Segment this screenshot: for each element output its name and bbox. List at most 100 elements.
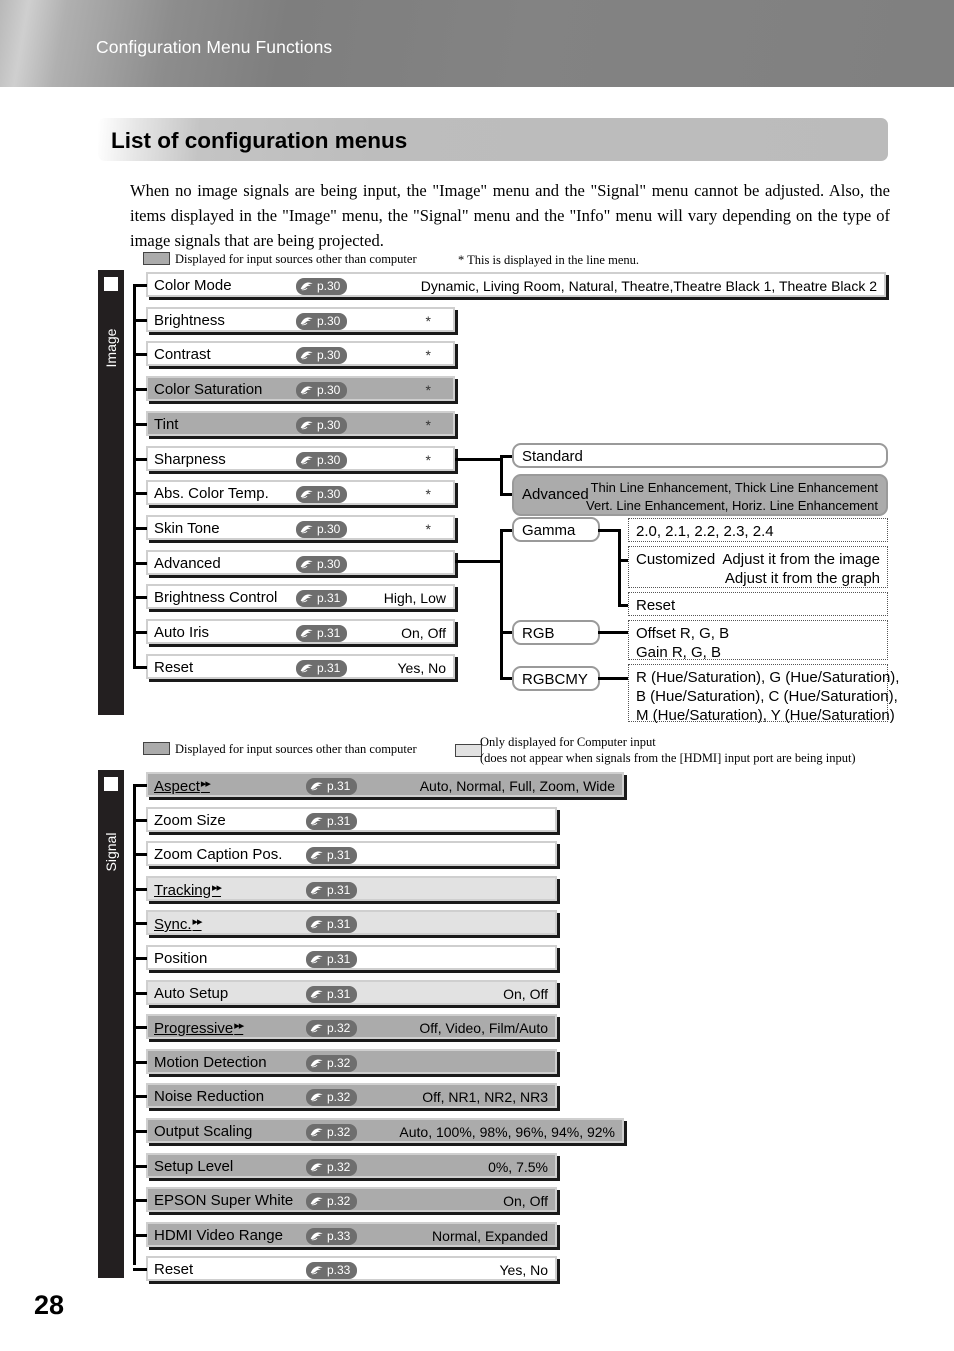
menu-row[interactable]: Zoom Size p.31	[146, 807, 557, 832]
tree-trunk-image	[133, 285, 136, 668]
page-reference-badge[interactable]: p.33	[306, 1262, 358, 1279]
pill-rgbcmy[interactable]: RGBCMY	[512, 666, 600, 691]
page-reference-badge[interactable]: p.32	[306, 1055, 358, 1072]
menu-row-label: Sync.▸▸	[154, 916, 203, 933]
page-reference-label: p.30	[317, 279, 341, 293]
menu-row-values: Off, NR1, NR2, NR3	[422, 1089, 548, 1105]
page-reference-badge[interactable]: p.30	[296, 521, 348, 538]
page-reference-badge[interactable]: p.31	[306, 847, 358, 864]
pointing-hand-icon	[300, 593, 313, 602]
menu-row[interactable]: Brightness Control p.31 High, Low	[146, 584, 455, 609]
menu-row[interactable]: Tracking▸▸ p.31	[146, 876, 557, 901]
glossary-arrow-icon: ▸▸	[234, 1020, 244, 1032]
tree-connector	[133, 1061, 147, 1064]
tree-connector	[133, 784, 147, 787]
page-reference-badge[interactable]: p.31	[306, 916, 358, 933]
menu-row[interactable]: Sync.▸▸ p.31	[146, 910, 557, 935]
menu-row[interactable]: Auto Iris p.31 On, Off	[146, 619, 455, 644]
page-reference-badge[interactable]: p.31	[306, 951, 358, 968]
pill-advanced-sharpness[interactable]: Advanced Thin Line Enhancement, Thick Li…	[512, 474, 888, 516]
line-menu-asterisk: *	[425, 382, 431, 398]
page-reference-badge[interactable]: p.31	[306, 882, 358, 899]
pointing-hand-icon	[300, 420, 313, 429]
menu-row[interactable]: Auto Setup p.31 On, Off	[146, 980, 557, 1005]
page-reference-badge[interactable]: p.30	[296, 417, 348, 434]
page-reference-badge[interactable]: p.32	[306, 1193, 358, 1210]
line-menu-asterisk: *	[425, 486, 431, 502]
tree-connector	[133, 492, 147, 495]
menu-row[interactable]: Advanced p.30	[146, 550, 455, 575]
menu-row[interactable]: Reset p.33 Yes, No	[146, 1256, 557, 1281]
pointing-hand-icon	[310, 781, 323, 790]
menu-row-values: On, Off	[401, 625, 446, 641]
page-reference-badge[interactable]: p.31	[306, 778, 358, 795]
page-reference-badge[interactable]: p.31	[296, 660, 348, 677]
menu-row[interactable]: Color Mode p.30 Dynamic, Living Room, Natu…	[146, 272, 886, 297]
page-reference-badge[interactable]: p.30	[296, 556, 348, 573]
page-reference-badge[interactable]: p.31	[296, 590, 348, 607]
pointing-hand-icon	[300, 281, 313, 290]
pill-rgb[interactable]: RGB	[512, 620, 600, 645]
page-reference-badge[interactable]: p.30	[296, 313, 348, 330]
page-reference-label: p.31	[317, 661, 341, 675]
menu-row[interactable]: EPSON Super White p.32 On, Off	[146, 1187, 557, 1212]
menu-row-values: Dynamic, Living Room, Natural, Theatre,T…	[420, 278, 877, 294]
legend-swatch-gray	[143, 252, 170, 265]
menu-row[interactable]: Abs. Color Temp. p.30 *	[146, 480, 455, 505]
menu-row[interactable]: Skin Tone p.30 *	[146, 515, 455, 540]
menu-row[interactable]: Motion Detection p.32	[146, 1049, 557, 1074]
menu-row-label: Brightness Control	[154, 589, 278, 606]
page-reference-badge[interactable]: p.32	[306, 1124, 358, 1141]
page-reference-badge[interactable]: p.31	[306, 813, 358, 830]
page-reference-badge[interactable]: p.30	[296, 382, 348, 399]
page-reference-badge[interactable]: p.32	[306, 1089, 358, 1106]
legend-light-line1: Only displayed for Computer input	[480, 735, 656, 749]
menu-row[interactable]: Sharpness p.30 *	[146, 446, 455, 471]
page-reference-label: p.32	[327, 1090, 351, 1104]
page-reference-badge[interactable]: p.31	[296, 625, 348, 642]
rgb-line2: Gain R, G, B	[636, 644, 722, 661]
dbox-rgb: Offset R, G, B Gain R, G, B	[628, 620, 888, 661]
breadcrumb: Configuration Menu Functions	[96, 37, 333, 57]
page-reference-badge[interactable]: p.32	[306, 1159, 358, 1176]
pill-gamma[interactable]: Gamma	[512, 517, 600, 542]
menu-row[interactable]: HDMI Video Range p.33 Normal, Expanded	[146, 1222, 557, 1247]
page-reference-badge[interactable]: p.31	[306, 986, 358, 1003]
menu-row[interactable]: Position p.31	[146, 945, 557, 970]
page-reference-badge[interactable]: p.30	[296, 486, 348, 503]
pointing-hand-icon	[310, 1162, 323, 1171]
gamma-values-text: 2.0, 2.1, 2.2, 2.3, 2.4	[636, 523, 774, 540]
menu-row[interactable]: Aspect▸▸ p.31 Auto, Normal, Full, Zoom, Wi…	[146, 772, 624, 797]
menu-row[interactable]: Progressive▸▸ p.32 Off, Video, Film/Auto	[146, 1014, 557, 1039]
menu-row[interactable]: Color Saturation p.30 *	[146, 376, 455, 401]
menu-row[interactable]: Reset p.31 Yes, No	[146, 654, 455, 679]
page-reference-badge[interactable]: p.30	[296, 278, 348, 295]
pill-standard[interactable]: Standard	[512, 443, 888, 468]
tree-connector	[133, 596, 147, 599]
menu-row[interactable]: Setup Level p.32 0%, 7.5%	[146, 1153, 557, 1178]
menu-row[interactable]: Zoom Caption Pos. p.31	[146, 841, 557, 866]
menu-row[interactable]: Contrast p.30 *	[146, 341, 455, 366]
pointing-hand-icon	[300, 628, 313, 637]
legend-image-gray-label: Displayed for input sources other than c…	[175, 252, 417, 266]
menu-row-label: Auto Iris	[154, 624, 210, 641]
page-reference-label: p.31	[327, 814, 351, 828]
page-reference-badge[interactable]: p.33	[306, 1228, 358, 1245]
menu-row-values: Yes, No	[397, 660, 446, 676]
gamma-sub-line	[598, 529, 620, 532]
menu-row-label: EPSON Super White	[154, 1192, 294, 1209]
pointing-hand-icon	[300, 385, 313, 394]
menu-row[interactable]: Brightness p.30 *	[146, 307, 455, 332]
menu-row[interactable]: Noise Reduction p.32 Off, NR1, NR2, NR3	[146, 1083, 557, 1108]
page-reference-badge[interactable]: p.30	[296, 347, 348, 364]
pointing-hand-icon	[310, 989, 323, 998]
page-reference-badge[interactable]: p.32	[306, 1020, 358, 1037]
menu-row[interactable]: Tint p.30 *	[146, 411, 455, 436]
page-reference-badge[interactable]: p.30	[296, 452, 348, 469]
menu-row[interactable]: Output Scaling p.32 Auto, 100%, 98%, 96%, …	[146, 1118, 624, 1143]
tree-connector	[133, 1095, 147, 1098]
menu-row-values: 0%, 7.5%	[488, 1159, 548, 1175]
page-reference-label: p.30	[317, 557, 341, 571]
tree-connector	[133, 992, 147, 995]
tree-connector	[133, 888, 147, 891]
